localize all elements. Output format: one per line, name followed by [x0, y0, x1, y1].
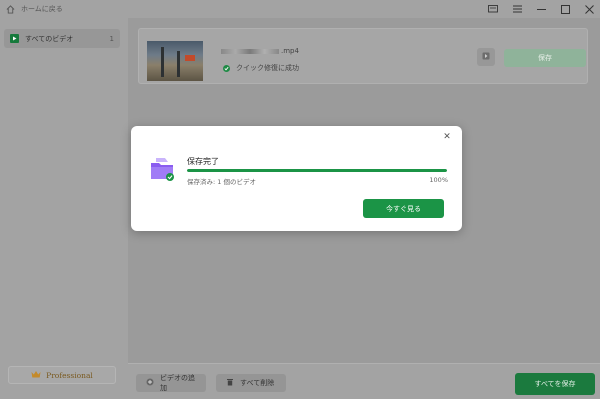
progress-bar — [187, 169, 447, 172]
bottom-toolbar: ビデオの追加 すべて削除 すべてを保存 — [128, 363, 600, 399]
video-card: .mp4 クイック修復に成功 保存 — [138, 28, 588, 84]
dialog-close-icon[interactable]: ✕ — [441, 131, 453, 143]
view-now-button[interactable]: 今すぐ見る — [363, 199, 444, 218]
folder-check-icon — [149, 156, 175, 182]
trash-icon — [226, 378, 234, 388]
menu-icon[interactable] — [512, 4, 522, 14]
window-controls — [488, 0, 594, 18]
add-video-button[interactable]: ビデオの追加 — [136, 374, 206, 392]
delete-all-label: すべて削除 — [240, 379, 275, 387]
save-complete-dialog: ✕ 保存完了 保存済み: 1 個のビデオ 100% 今すぐ見る — [131, 126, 462, 231]
dialog-subtitle: 保存済み: 1 個のビデオ — [187, 178, 256, 186]
blurred-filename — [221, 48, 279, 54]
home-button[interactable]: ホームに戻る — [0, 4, 63, 14]
progress-percent: 100% — [429, 176, 448, 184]
sidebar-item-label: すべてのビデオ — [25, 34, 74, 43]
professional-label: Professional — [46, 370, 93, 380]
add-icon — [146, 378, 154, 388]
preview-button[interactable] — [477, 48, 495, 66]
dialog-title: 保存完了 — [187, 157, 219, 166]
sidebar-item-all-videos[interactable]: すべてのビデオ 1 — [4, 29, 120, 48]
video-thumbnail[interactable] — [147, 41, 203, 81]
repair-status-label: クイック修復に成功 — [236, 64, 299, 72]
home-icon — [6, 4, 15, 14]
home-label: ホームに戻る — [21, 5, 63, 13]
progress-fill — [187, 169, 447, 172]
feedback-icon[interactable] — [488, 4, 498, 14]
close-icon[interactable] — [584, 4, 594, 14]
video-filename: .mp4 — [221, 47, 299, 55]
repair-status: クイック修復に成功 — [223, 63, 299, 73]
maximize-icon[interactable] — [560, 4, 570, 14]
minimize-icon[interactable] — [536, 4, 546, 14]
save-button[interactable]: 保存 — [504, 49, 586, 67]
sidebar-item-count: 1 — [109, 34, 114, 43]
title-bar: ホームに戻る — [0, 0, 600, 18]
play-icon — [10, 34, 19, 43]
delete-all-button[interactable]: すべて削除 — [216, 374, 286, 392]
success-check-icon — [223, 64, 230, 72]
professional-button[interactable]: Professional — [8, 366, 116, 384]
save-all-button[interactable]: すべてを保存 — [515, 373, 595, 395]
sidebar: すべてのビデオ 1 Professional — [0, 18, 128, 399]
play-icon — [482, 52, 490, 62]
crown-icon — [31, 370, 41, 380]
add-video-label: ビデオの追加 — [160, 374, 195, 392]
